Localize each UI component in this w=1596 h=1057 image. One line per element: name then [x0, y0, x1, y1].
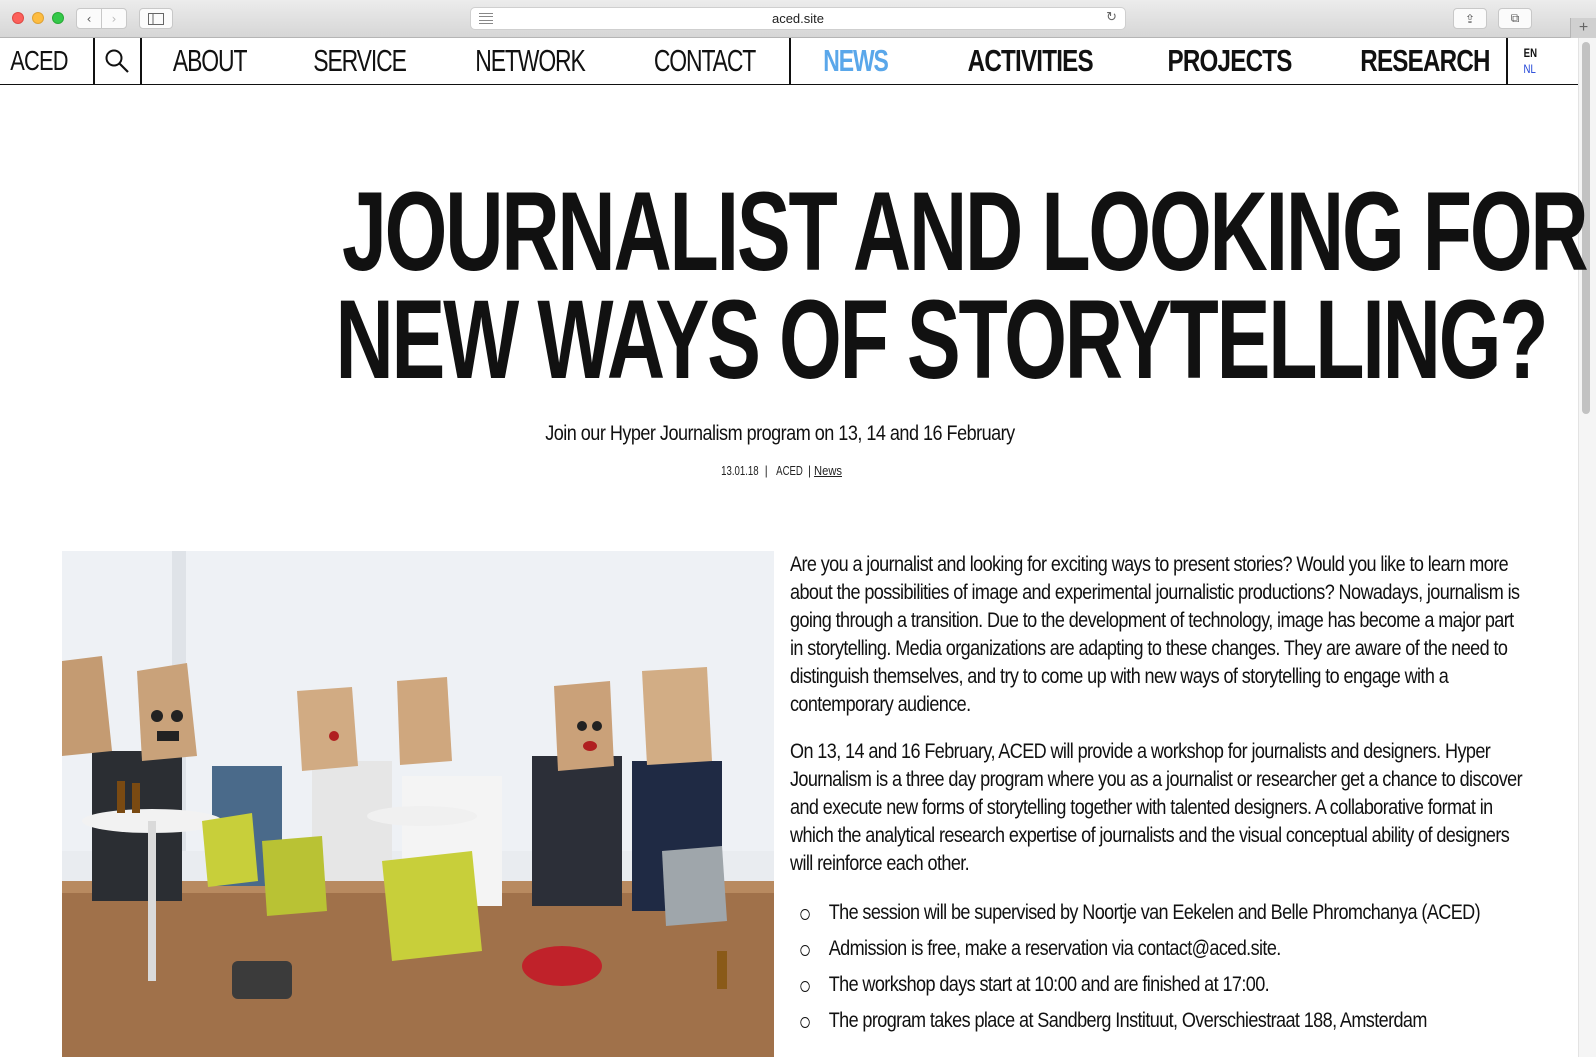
nav-item-about[interactable]: ABOUT — [160, 38, 260, 84]
article-title-line: NEW WAYS OF STORYTELLING? — [335, 277, 1548, 402]
nav-item-label: ACTIVITIES — [967, 43, 1093, 78]
chevron-right-icon: › — [111, 11, 117, 26]
browser-toolbar: ‹ › aced.site ↻ ⇪ ⧉ + — [0, 0, 1596, 38]
site-logo-link[interactable]: ACED — [0, 38, 93, 84]
nav-item-network[interactable]: NETWORK — [460, 38, 600, 84]
site-logo: ACED — [10, 45, 68, 76]
address-bar[interactable]: aced.site ↻ — [470, 7, 1126, 30]
article-title-line: JOURNALIST AND LOOKING FOR — [341, 169, 1589, 294]
show-tabs-button[interactable]: ⧉ — [1498, 8, 1532, 29]
share-button[interactable]: ⇪ — [1453, 8, 1487, 29]
new-tab-button[interactable]: + — [1570, 18, 1596, 38]
article-paragraph: On 13, 14 and 16 February, ACED will pro… — [790, 740, 1523, 875]
share-icon: ⇪ — [1464, 11, 1476, 26]
nav-item-label: SERVICE — [313, 43, 408, 78]
list-item: The program takes place at Sandberg Inst… — [790, 1005, 1530, 1041]
zoom-window-button[interactable] — [52, 12, 64, 24]
article-author: ACED — [775, 463, 803, 478]
list-item: Admission is free, make a reservation vi… — [790, 933, 1530, 969]
nav-item-label: NEWS — [822, 43, 888, 78]
nav-item-activities[interactable]: ACTIVITIES — [950, 38, 1110, 84]
nav-item-service[interactable]: SERVICE — [300, 38, 420, 84]
lang-en-link[interactable]: EN — [1523, 45, 1536, 61]
reader-view-icon[interactable] — [479, 13, 493, 24]
article-meta: 13.01.18 | ACED | News — [721, 463, 842, 478]
nav-item-contact[interactable]: CONTACT — [640, 38, 770, 84]
article-category-link[interactable]: News — [814, 463, 842, 478]
sidebar-icon — [148, 12, 164, 25]
search-button[interactable] — [94, 38, 140, 84]
article-body: Are you a journalist and looking for exc… — [790, 551, 1530, 1041]
sidebar-toggle-button[interactable] — [139, 8, 173, 29]
nav-item-research[interactable]: RESEARCH — [1350, 38, 1500, 84]
nav-item-label: CONTACT — [654, 43, 757, 78]
forward-button[interactable]: › — [101, 8, 127, 29]
close-window-button[interactable] — [12, 12, 24, 24]
nav-item-label: RESEARCH — [1360, 43, 1490, 78]
article-photo — [62, 551, 774, 1057]
lang-nl-link[interactable]: NL — [1524, 61, 1536, 77]
back-button[interactable]: ‹ — [76, 8, 102, 29]
nav-item-news[interactable]: NEWS — [800, 38, 910, 84]
plus-icon: + — [1578, 19, 1589, 36]
minimize-window-button[interactable] — [32, 12, 44, 24]
tabs-icon: ⧉ — [1510, 11, 1520, 25]
article-title: JOURNALIST AND LOOKING FOR NEW WAYS OF S… — [100, 176, 1588, 396]
list-item: The workshop days start at 10:00 and are… — [790, 969, 1530, 1005]
chevron-left-icon: ‹ — [86, 11, 92, 26]
url-text: aced.site — [771, 11, 825, 26]
language-switcher: EN NL — [1507, 38, 1553, 84]
reload-icon[interactable]: ↻ — [1106, 10, 1117, 25]
details-list: The session will be supervised by Noortj… — [790, 897, 1530, 1041]
nav-divider — [140, 38, 142, 84]
article-paragraph: Are you a journalist and looking for exc… — [790, 553, 1520, 716]
article-date: 13.01.18 — [721, 463, 759, 478]
article-subtitle: Join our Hyper Journalism program on 13,… — [545, 422, 1015, 445]
nav-item-projects[interactable]: PROJECTS — [1160, 38, 1300, 84]
site-navigation: ACED ABOUT SERVICE NETWORK CONTACT NEWS … — [0, 38, 1578, 85]
search-icon — [105, 49, 129, 73]
nav-item-label: ABOUT — [173, 43, 248, 78]
list-item: The session will be supervised by Noortj… — [790, 897, 1530, 933]
nav-divider — [789, 38, 791, 84]
nav-item-label: PROJECTS — [1167, 43, 1293, 78]
nav-item-label: NETWORK — [475, 43, 586, 78]
